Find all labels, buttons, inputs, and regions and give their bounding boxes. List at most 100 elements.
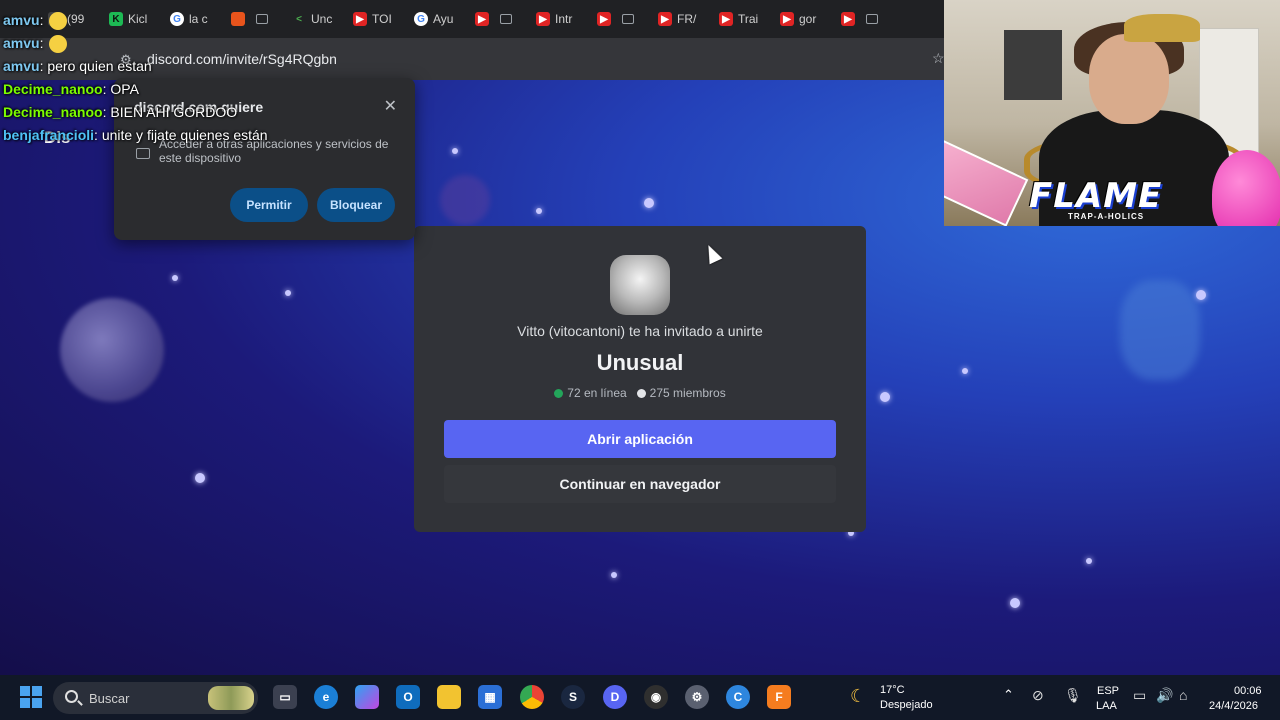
steam-icon[interactable]: S bbox=[561, 685, 585, 709]
chat-message: amvu: bbox=[3, 9, 303, 32]
tab[interactable]: ▶ gor bbox=[772, 4, 833, 34]
block-button[interactable]: Bloquear bbox=[317, 188, 395, 222]
start-button[interactable] bbox=[20, 686, 42, 708]
clock-date[interactable]: 24/4/2026 bbox=[1209, 700, 1258, 712]
open-app-button[interactable]: Abrir aplicación bbox=[444, 420, 836, 458]
youtube-icon: ▶ bbox=[353, 12, 367, 26]
folder-icon[interactable] bbox=[437, 685, 461, 709]
tab[interactable]: ▶ bbox=[833, 4, 894, 34]
sparkle bbox=[1086, 558, 1092, 564]
volume-icon[interactable]: 🔊 bbox=[1156, 687, 1173, 704]
sparkle bbox=[1010, 598, 1020, 608]
monitor-icon bbox=[622, 14, 634, 24]
buddha-sticker bbox=[1212, 150, 1280, 226]
sparkle bbox=[611, 572, 617, 578]
sparkle bbox=[880, 392, 890, 402]
tab[interactable]: ▶ bbox=[589, 4, 650, 34]
chat-username: Decime_nanoo bbox=[3, 104, 103, 120]
chat-username: amvu bbox=[3, 35, 40, 51]
tab[interactable]: ▶ bbox=[467, 4, 528, 34]
chat-message: Decime_nanoo: OPA bbox=[3, 81, 139, 97]
language-indicator[interactable]: ESP bbox=[1097, 685, 1119, 697]
copilot-icon[interactable] bbox=[355, 685, 379, 709]
money-sticker bbox=[944, 137, 1029, 226]
file-explorer-icon[interactable]: ▭ bbox=[273, 685, 297, 709]
outlook-icon[interactable]: O bbox=[396, 685, 420, 709]
tab[interactable]: ▶ FR/ bbox=[650, 4, 711, 34]
settings-icon[interactable]: ⚙ bbox=[685, 685, 709, 709]
continue-in-browser-button[interactable]: Continuar en navegador bbox=[444, 465, 836, 503]
sparkle bbox=[172, 275, 178, 281]
stream-chat-overlay: amvu: amvu: amvu: pero quien estan Decim… bbox=[3, 9, 303, 147]
weather-temperature[interactable]: 17°C bbox=[880, 684, 905, 696]
device-icon bbox=[136, 148, 150, 159]
decoration bbox=[1120, 280, 1200, 380]
search-icon bbox=[65, 690, 78, 703]
sparkle bbox=[1196, 290, 1206, 300]
chat-username: amvu bbox=[3, 12, 40, 28]
bookmark-star-icon[interactable]: ☆ bbox=[932, 50, 945, 67]
sparkle bbox=[285, 290, 291, 296]
store-icon[interactable]: ▦ bbox=[478, 685, 502, 709]
youtube-icon: ▶ bbox=[841, 12, 855, 26]
weather-condition[interactable]: Despejado bbox=[880, 699, 933, 711]
chat-username: amvu bbox=[3, 58, 40, 74]
youtube-icon: ▶ bbox=[780, 12, 794, 26]
member-count: 275 miembros bbox=[636, 386, 726, 400]
sparkle bbox=[644, 198, 654, 208]
chrome-icon[interactable] bbox=[520, 685, 544, 709]
ccleaner-icon[interactable]: C bbox=[726, 685, 750, 709]
sparkle bbox=[195, 473, 205, 483]
decoration bbox=[440, 175, 490, 225]
taskbar: Buscar ▭ e O ▦ S D ◉ ⚙ C F ☾ 17°C Despej… bbox=[0, 675, 1280, 720]
allow-button[interactable]: Permitir bbox=[230, 188, 308, 222]
online-count: 72 en línea bbox=[554, 386, 627, 400]
tab[interactable]: ▶ Intr bbox=[528, 4, 589, 34]
discord-icon[interactable]: D bbox=[603, 685, 627, 709]
microphone-icon[interactable]: 🎙 bbox=[1064, 687, 1082, 704]
youtube-icon: ▶ bbox=[536, 12, 550, 26]
inviter-text: Vitto (vitocantoni) te ha invitado a uni… bbox=[517, 323, 763, 339]
tab[interactable]: G Ayu bbox=[406, 4, 467, 34]
youtube-icon: ▶ bbox=[658, 12, 672, 26]
invite-card: Vitto (vitocantoni) te ha invitado a uni… bbox=[414, 226, 866, 532]
obs-icon[interactable]: ◉ bbox=[644, 685, 668, 709]
planet-decoration bbox=[60, 298, 164, 402]
search-highlight-icon bbox=[208, 686, 254, 710]
show-hidden-icons-icon[interactable]: ⌃ bbox=[1003, 687, 1014, 703]
online-dot-icon bbox=[554, 388, 564, 398]
monitor-icon bbox=[866, 14, 878, 24]
chat-message: amvu: pero quien estan bbox=[3, 58, 152, 74]
sparkle bbox=[536, 208, 542, 214]
streamer-face bbox=[1089, 34, 1169, 124]
sparkle bbox=[962, 368, 968, 374]
members-dot-icon bbox=[636, 388, 646, 398]
chat-message: amvu: bbox=[3, 32, 303, 55]
overlay-subtitle: TRAP-A-HOLICS bbox=[1068, 212, 1145, 221]
display-icon[interactable]: ▭ bbox=[1133, 687, 1146, 704]
youtube-icon: ▶ bbox=[597, 12, 611, 26]
server-stats: 72 en línea 275 miembros bbox=[414, 386, 866, 400]
emote-icon bbox=[49, 12, 68, 31]
server-icon bbox=[610, 255, 670, 315]
keyboard-layout[interactable]: LAA bbox=[1096, 700, 1117, 712]
youtube-icon: ▶ bbox=[475, 12, 489, 26]
google-icon: G bbox=[414, 12, 428, 26]
close-icon[interactable]: ✕ bbox=[384, 96, 397, 116]
server-name: Unusual bbox=[596, 350, 684, 375]
network-off-icon[interactable]: ⊘ bbox=[1032, 687, 1044, 704]
emote-icon bbox=[49, 35, 68, 54]
overlay-title: FLAME bbox=[1029, 176, 1163, 216]
fl-studio-icon[interactable]: F bbox=[767, 685, 791, 709]
battery-icon[interactable]: ⌂ bbox=[1179, 687, 1187, 703]
taskbar-search[interactable]: Buscar bbox=[53, 682, 258, 714]
clock-time[interactable]: 00:06 bbox=[1234, 685, 1262, 697]
weather-moon-icon[interactable]: ☾ bbox=[850, 686, 866, 707]
edge-icon[interactable]: e bbox=[314, 685, 338, 709]
tab[interactable]: ▶ TOI bbox=[345, 4, 406, 34]
chat-username: benjafrancioli bbox=[3, 127, 95, 143]
streamer-cap bbox=[1124, 14, 1200, 42]
chat-message: Decime_nanoo: BIEN AHI GORDOO bbox=[3, 104, 238, 120]
tab[interactable]: ▶ Trai bbox=[711, 4, 772, 34]
webcam-overlay: FLAME TRAP-A-HOLICS bbox=[944, 0, 1280, 226]
